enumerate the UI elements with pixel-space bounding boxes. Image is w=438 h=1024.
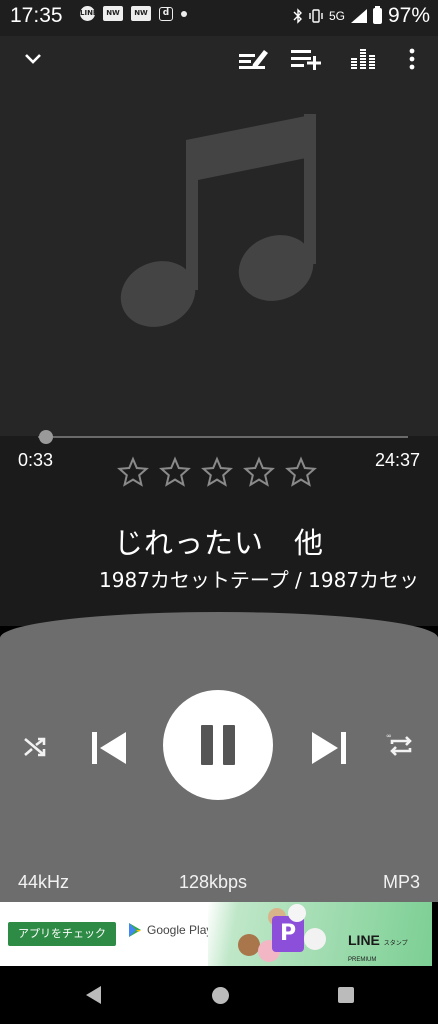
seek-thumb[interactable] (39, 430, 54, 444)
pause-icon-bar-left (201, 725, 213, 765)
skip-next-icon (312, 732, 346, 764)
star-4-icon[interactable] (243, 456, 275, 488)
more-vert-icon (409, 48, 415, 70)
bluetooth-icon (293, 8, 302, 24)
previous-button[interactable] (86, 726, 132, 770)
repeat-button[interactable]: ∞ (382, 726, 420, 766)
pause-button[interactable] (163, 690, 273, 800)
add-to-playlist-icon (291, 50, 321, 70)
playback-controls: ∞ 44kHz 128kbps MP3 (0, 612, 438, 902)
more-notifications-dot-icon (181, 10, 187, 17)
current-time: 0:33 (18, 450, 54, 470)
svg-text:∞: ∞ (386, 732, 392, 740)
equalizer-button[interactable] (346, 42, 380, 76)
star-1-icon[interactable] (117, 456, 149, 488)
bear-character-icon (238, 934, 260, 956)
file-format: MP3 (382, 872, 420, 892)
line-logo-text: LINE (348, 932, 380, 948)
network-type: 5G (328, 9, 345, 23)
vibrate-icon (309, 9, 323, 23)
line-premium-logo: LINE スタンプ PREMIUM (348, 932, 432, 964)
album-art-area (0, 36, 438, 440)
star-3-icon[interactable] (201, 456, 233, 488)
battery-percent: 97% (387, 4, 430, 27)
ad-image: P LINE スタンプ PREMIUM (208, 902, 432, 966)
total-time: 24:37 (374, 450, 420, 470)
shuffle-button[interactable] (18, 730, 52, 764)
equalizer-icon (351, 49, 375, 69)
d-notification-icon: d (159, 6, 173, 21)
rating-stars (117, 456, 317, 488)
news-notification-icon-2: NW (131, 6, 151, 21)
pause-icon-bar-right (223, 725, 235, 765)
seek-bar[interactable] (38, 436, 408, 438)
repeat-icon: ∞ (386, 732, 412, 756)
collapse-button[interactable] (18, 44, 48, 74)
music-note-icon (120, 114, 316, 327)
line-notification-icon: LINE (80, 6, 98, 21)
track-info-area: 0:33 24:37 じれったい 他 1987カセットテープ / 1987カセッ… (0, 430, 438, 626)
news-notification-icon: NW (103, 6, 123, 21)
google-play-badge: Google Play (128, 922, 212, 938)
next-button[interactable] (306, 726, 352, 770)
star-5-icon[interactable] (285, 456, 317, 488)
status-time: 17:35 (10, 4, 63, 27)
recents-icon[interactable] (338, 987, 354, 1003)
track-title: じれったい 他 (113, 526, 324, 560)
ad-banner[interactable]: アプリをチェック Google Play P LINE スタンプ PREMIUM (0, 902, 432, 966)
battery-icon (372, 6, 382, 24)
shuffle-icon (24, 737, 46, 757)
home-icon[interactable] (212, 987, 229, 1004)
edit-tags-button[interactable] (236, 42, 270, 76)
notification-icons: LINE NW NW d (80, 6, 187, 21)
star-2-icon[interactable] (159, 456, 191, 488)
google-play-label: Google Play (147, 923, 213, 937)
navigation-bar (0, 966, 438, 1024)
bitrate: 128kbps (179, 872, 248, 892)
add-to-playlist-button[interactable] (288, 42, 324, 76)
sample-rate: 44kHz (18, 872, 70, 892)
status-right: 5G 97% (293, 4, 430, 28)
white-character-icon (304, 928, 326, 950)
status-bar: 17:35 LINE NW NW d 5G 97% (0, 0, 438, 36)
cony-character-icon (288, 904, 306, 922)
signal-icon (350, 9, 367, 23)
ad-cta-button[interactable]: アプリをチェック (8, 922, 116, 946)
track-subtitle: 1987カセットテープ / 1987カセットテープ (99, 568, 421, 592)
more-options-button[interactable] (400, 42, 424, 76)
skip-previous-icon (92, 732, 126, 764)
chevron-down-icon (25, 54, 41, 64)
google-play-icon (129, 923, 141, 937)
back-icon[interactable] (86, 986, 101, 1004)
edit-tags-icon (239, 50, 268, 69)
